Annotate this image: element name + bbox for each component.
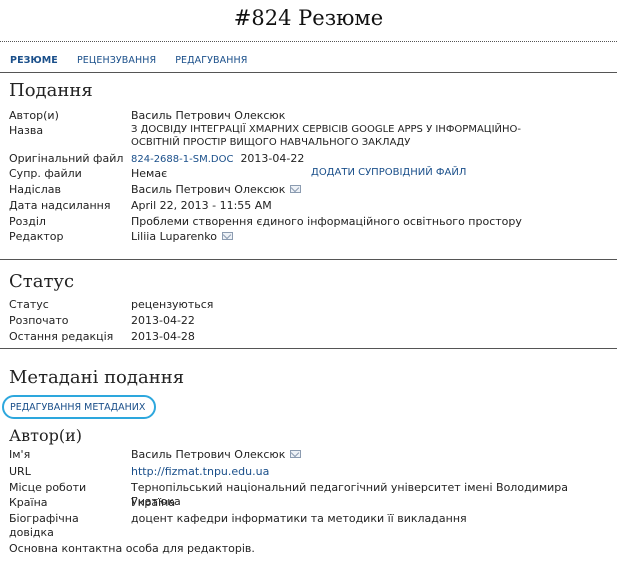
tab-editing[interactable]: РЕДАГУВАННЯ xyxy=(175,55,247,66)
author-value: Василь Петрович Олексюк xyxy=(131,109,286,122)
url-link[interactable]: http://fizmat.tnpu.edu.ua xyxy=(131,465,601,479)
metadata-heading: Метадані подання xyxy=(9,367,185,388)
envelope-icon[interactable] xyxy=(221,232,233,240)
tab-summary[interactable]: РЕЗЮМЕ xyxy=(10,55,58,66)
last-edit-label: Остання редакція xyxy=(9,330,114,343)
editor-value: Liliia Luparenko xyxy=(131,230,217,243)
author-label: Автор(и) xyxy=(9,109,59,122)
bio-value: доцент кафедри інформатики та методики ї… xyxy=(131,512,467,525)
title-value: З ДОСВІДУ ІНТЕГРАЦІЇ ХМАРНИХ СЕРВІСІВ GO… xyxy=(131,124,601,149)
submit-date-label: Дата надсилання xyxy=(9,199,111,212)
edit-metadata-highlight: РЕДАГУВАННЯ МЕТАДАНИХ xyxy=(2,395,156,419)
bio-label-line1: Біографічна xyxy=(9,512,79,525)
supp-files-label: Супр. файли xyxy=(9,167,82,180)
name-label: Ім'я xyxy=(9,448,31,461)
tabs-divider xyxy=(0,72,617,73)
editor-label: Редактор xyxy=(9,230,64,243)
country-value: Україна xyxy=(131,496,176,509)
status-label: Статус xyxy=(9,298,49,311)
sender-label: Надіслав xyxy=(9,183,61,196)
authors-heading: Автор(и) xyxy=(9,426,82,445)
started-value: 2013-04-22 xyxy=(131,314,195,327)
workplace-label: Місце роботи xyxy=(9,481,87,494)
title-label: Назва xyxy=(9,124,44,137)
submission-heading: Подання xyxy=(9,80,93,101)
original-file-label: Оригінальний файл xyxy=(9,152,124,165)
sender-value: Василь Петрович Олексюк xyxy=(131,183,286,196)
page-title: #824 Резюме xyxy=(233,6,384,30)
started-label: Розпочато xyxy=(9,314,69,327)
section-divider xyxy=(0,348,617,349)
submit-date-value: April 22, 2013 - 11:55 AM xyxy=(131,199,272,212)
name-value: Василь Петрович Олексюк xyxy=(131,448,286,461)
original-file-link[interactable]: 824-2688-1-SM.DOC xyxy=(131,154,233,165)
edit-metadata-link[interactable]: РЕДАГУВАННЯ МЕТАДАНИХ xyxy=(10,402,145,414)
add-supp-file-link[interactable]: ДОДАТИ СУПРОВІДНИЙ ФАЙЛ xyxy=(311,167,466,180)
original-file-date: 2013-04-22 xyxy=(240,152,305,165)
bio-label-line2: довідка xyxy=(9,525,54,539)
title-value-line1: З ДОСВІДУ ІНТЕГРАЦІЇ ХМАРНИХ СЕРВІСІВ GO… xyxy=(131,124,521,135)
envelope-icon[interactable] xyxy=(290,450,302,458)
tab-review[interactable]: РЕЦЕНЗУВАННЯ xyxy=(77,55,156,66)
bio-label: Біографічна довідка xyxy=(9,512,129,540)
url-label: URL xyxy=(9,465,31,478)
title-value-line2: ОСВІТНІЙ ПРОСТІР ВИЩОГО НАВЧАЛЬНОГО ЗАКЛ… xyxy=(131,136,411,148)
last-edit-value: 2013-04-28 xyxy=(131,330,195,343)
country-label: Країна xyxy=(9,496,48,509)
title-divider xyxy=(0,41,617,42)
section-value: Проблеми створення єдиного інформаційног… xyxy=(131,215,522,228)
tab-bar: РЕЗЮМЕ РЕЦЕНЗУВАННЯ РЕДАГУВАННЯ xyxy=(10,55,263,67)
section-label: Розділ xyxy=(9,215,46,228)
section-divider xyxy=(0,259,617,260)
contact-note: Основна контактна особа для редакторів. xyxy=(9,542,255,555)
status-heading: Статус xyxy=(9,271,75,292)
status-value: рецензуються xyxy=(131,298,214,311)
envelope-icon[interactable] xyxy=(290,185,302,193)
